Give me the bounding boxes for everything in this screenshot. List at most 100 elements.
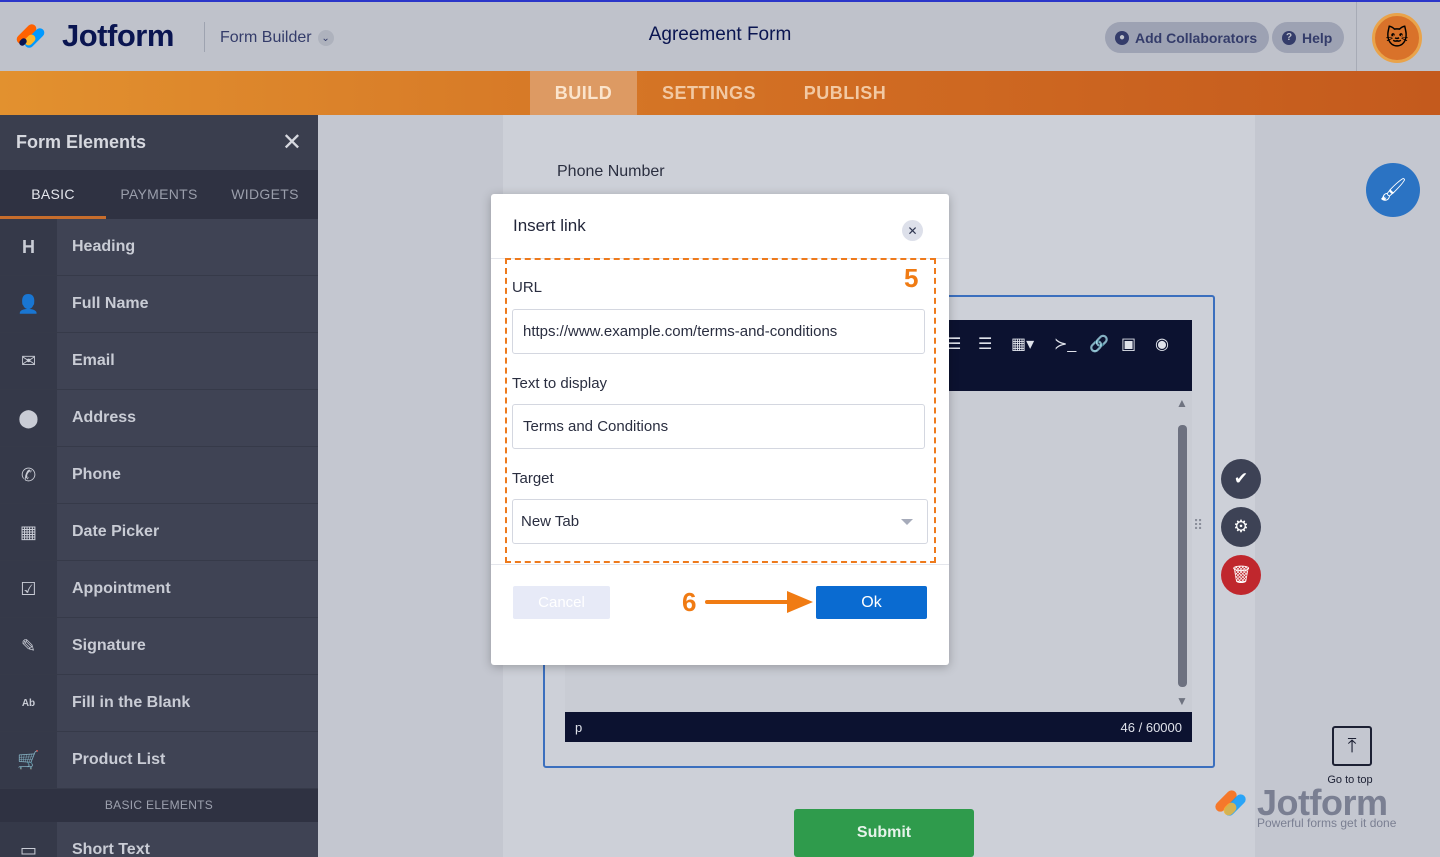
target-selected-value: New Tab: [521, 513, 580, 530]
element-label: Full Name: [72, 295, 149, 312]
element-item-signature[interactable]: ✎ Signature: [0, 618, 318, 675]
element-item-phone[interactable]: ✆ Phone: [0, 447, 318, 504]
top-header: Jotform Form Builder ⌄ Agreement Form ● …: [0, 0, 1440, 73]
scroll-down-arrow-icon[interactable]: ▼: [1176, 694, 1188, 708]
form-designer-button[interactable]: 🖌: [1366, 163, 1420, 217]
element-label: Fill in the Blank: [72, 694, 191, 711]
add-collaborators-label: Add Collaborators: [1135, 29, 1258, 46]
tab-build[interactable]: BUILD: [530, 71, 637, 115]
element-label: Email: [72, 352, 115, 369]
element-label: Signature: [72, 637, 146, 654]
outdent-icon[interactable]: ☰: [947, 334, 961, 354]
url-field[interactable]: [512, 309, 925, 354]
scroll-up-arrow-icon[interactable]: ▲: [1176, 396, 1188, 410]
element-label: Appointment: [72, 580, 171, 597]
preview-eye-icon[interactable]: ◉: [1155, 334, 1169, 354]
calendar-check-icon: ☑: [0, 561, 57, 617]
element-item-fill-in-the-blank[interactable]: Ab Fill in the Blank: [0, 675, 318, 732]
step-6-annotation: 6: [682, 587, 697, 617]
section-basic-elements: BASIC ELEMENTS: [0, 789, 318, 822]
form-elements-panel: Form Elements ✕ BASIC PAYMENTS WIDGETS H…: [0, 115, 318, 857]
panel-tabs: BASIC PAYMENTS WIDGETS: [0, 170, 318, 219]
chevron-down-icon: [901, 519, 913, 525]
element-label: Heading: [72, 238, 136, 255]
text-to-display-field[interactable]: [512, 404, 925, 449]
dialog-title: Insert link: [513, 216, 586, 235]
element-list: H Heading 👤 Full Name ✉ Email ⬤ Address ✆ Phone ▦ D…: [0, 219, 318, 789]
tab-payments[interactable]: PAYMENTS: [106, 170, 212, 219]
close-icon[interactable]: ✕: [902, 220, 923, 241]
editor-status-bar: p 46 / 60000: [565, 712, 1192, 742]
paint-roller-icon: 🖌: [1379, 177, 1407, 202]
pen-icon: ✎: [0, 618, 57, 674]
url-label: URL: [512, 279, 543, 296]
help-button[interactable]: ? Help: [1272, 22, 1345, 53]
step-5-annotation: 5: [904, 263, 919, 293]
tab-publish[interactable]: PUBLISH: [790, 71, 900, 115]
cart-icon: 🛒: [0, 732, 57, 788]
element-item-appointment[interactable]: ☑ Appointment: [0, 561, 318, 618]
phone-icon: ✆: [0, 447, 57, 503]
envelope-icon: ✉: [0, 333, 57, 389]
drag-handle-icon[interactable]: ⠿: [1193, 518, 1203, 532]
link-icon[interactable]: 🔗: [1089, 334, 1109, 354]
element-item-email[interactable]: ✉ Email: [0, 333, 318, 390]
loading-progress-bar: [0, 0, 1125, 2]
ok-button[interactable]: Ok: [816, 586, 927, 619]
tab-widgets[interactable]: WIDGETS: [212, 170, 318, 219]
fill-blank-icon: Ab: [0, 675, 57, 731]
element-path: p: [575, 720, 583, 735]
arrow-annotation-icon: [705, 591, 813, 613]
arrow-up-icon: ⤒: [1332, 726, 1372, 766]
properties-button[interactable]: ⚙: [1221, 507, 1261, 547]
check-circle-icon: ✔: [1233, 469, 1249, 488]
indent-icon[interactable]: ☰: [978, 334, 992, 354]
avatar[interactable]: 🐱: [1372, 13, 1422, 63]
target-label: Target: [512, 470, 554, 487]
account-area: 🐱: [1356, 2, 1440, 73]
tab-settings[interactable]: SETTINGS: [650, 71, 768, 115]
dialog-footer-divider: [491, 564, 949, 565]
table-icon[interactable]: ▦▾: [1011, 334, 1034, 354]
element-item-full-name[interactable]: 👤 Full Name: [0, 276, 318, 333]
element-label: Product List: [72, 751, 166, 768]
person-icon: 👤: [0, 276, 57, 332]
question-icon: ?: [1282, 30, 1296, 45]
element-label: Date Picker: [72, 523, 160, 540]
add-collaborators-button[interactable]: ● Add Collaborators: [1105, 22, 1270, 53]
calendar-icon: ▦: [0, 504, 57, 560]
required-check-button[interactable]: ✔: [1221, 459, 1261, 499]
builder-tab-bar: BUILD SETTINGS PUBLISH: [0, 71, 1440, 115]
element-label: Address: [72, 409, 137, 426]
element-item-product-list[interactable]: 🛒 Product List: [0, 732, 318, 789]
element-label: Short Text: [72, 841, 150, 857]
delete-button[interactable]: 🗑: [1221, 555, 1261, 595]
user-icon: ●: [1115, 30, 1129, 45]
watermark-tagline: Powerful forms get it done: [1257, 816, 1397, 830]
target-select[interactable]: New Tab: [512, 499, 928, 544]
element-label: Phone: [72, 466, 121, 483]
image-icon[interactable]: ▣: [1121, 334, 1136, 354]
element-item-address[interactable]: ⬤ Address: [0, 390, 318, 447]
editor-scrollbar[interactable]: [1178, 425, 1187, 687]
panel-title: Form Elements: [16, 132, 147, 152]
cancel-button[interactable]: Cancel: [513, 586, 610, 619]
short-text-icon: ▭: [0, 822, 57, 857]
trash-icon: 🗑: [1230, 565, 1252, 584]
character-count: 46 / 60000: [1120, 720, 1182, 735]
close-icon[interactable]: ✕: [282, 128, 302, 157]
tab-basic[interactable]: BASIC: [0, 170, 106, 219]
element-item-heading[interactable]: H Heading: [0, 219, 318, 276]
element-item-date-picker[interactable]: ▦ Date Picker: [0, 504, 318, 561]
submit-button[interactable]: Submit: [794, 809, 974, 857]
code-icon[interactable]: ≻_: [1054, 334, 1076, 354]
go-to-top-button[interactable]: ⤒ Go to top: [1322, 726, 1382, 786]
jotform-watermark: Jotform Powerful forms get it done: [1213, 782, 1415, 832]
gear-icon: ⚙: [1233, 517, 1249, 536]
phone-number-label: Phone Number: [557, 163, 665, 180]
help-label: Help: [1302, 29, 1333, 46]
element-item-short-text[interactable]: ▭ Short Text: [0, 822, 318, 857]
location-pin-icon: ⬤: [0, 390, 57, 446]
panel-header: Form Elements ✕: [0, 115, 318, 170]
text-to-display-label: Text to display: [512, 375, 608, 392]
